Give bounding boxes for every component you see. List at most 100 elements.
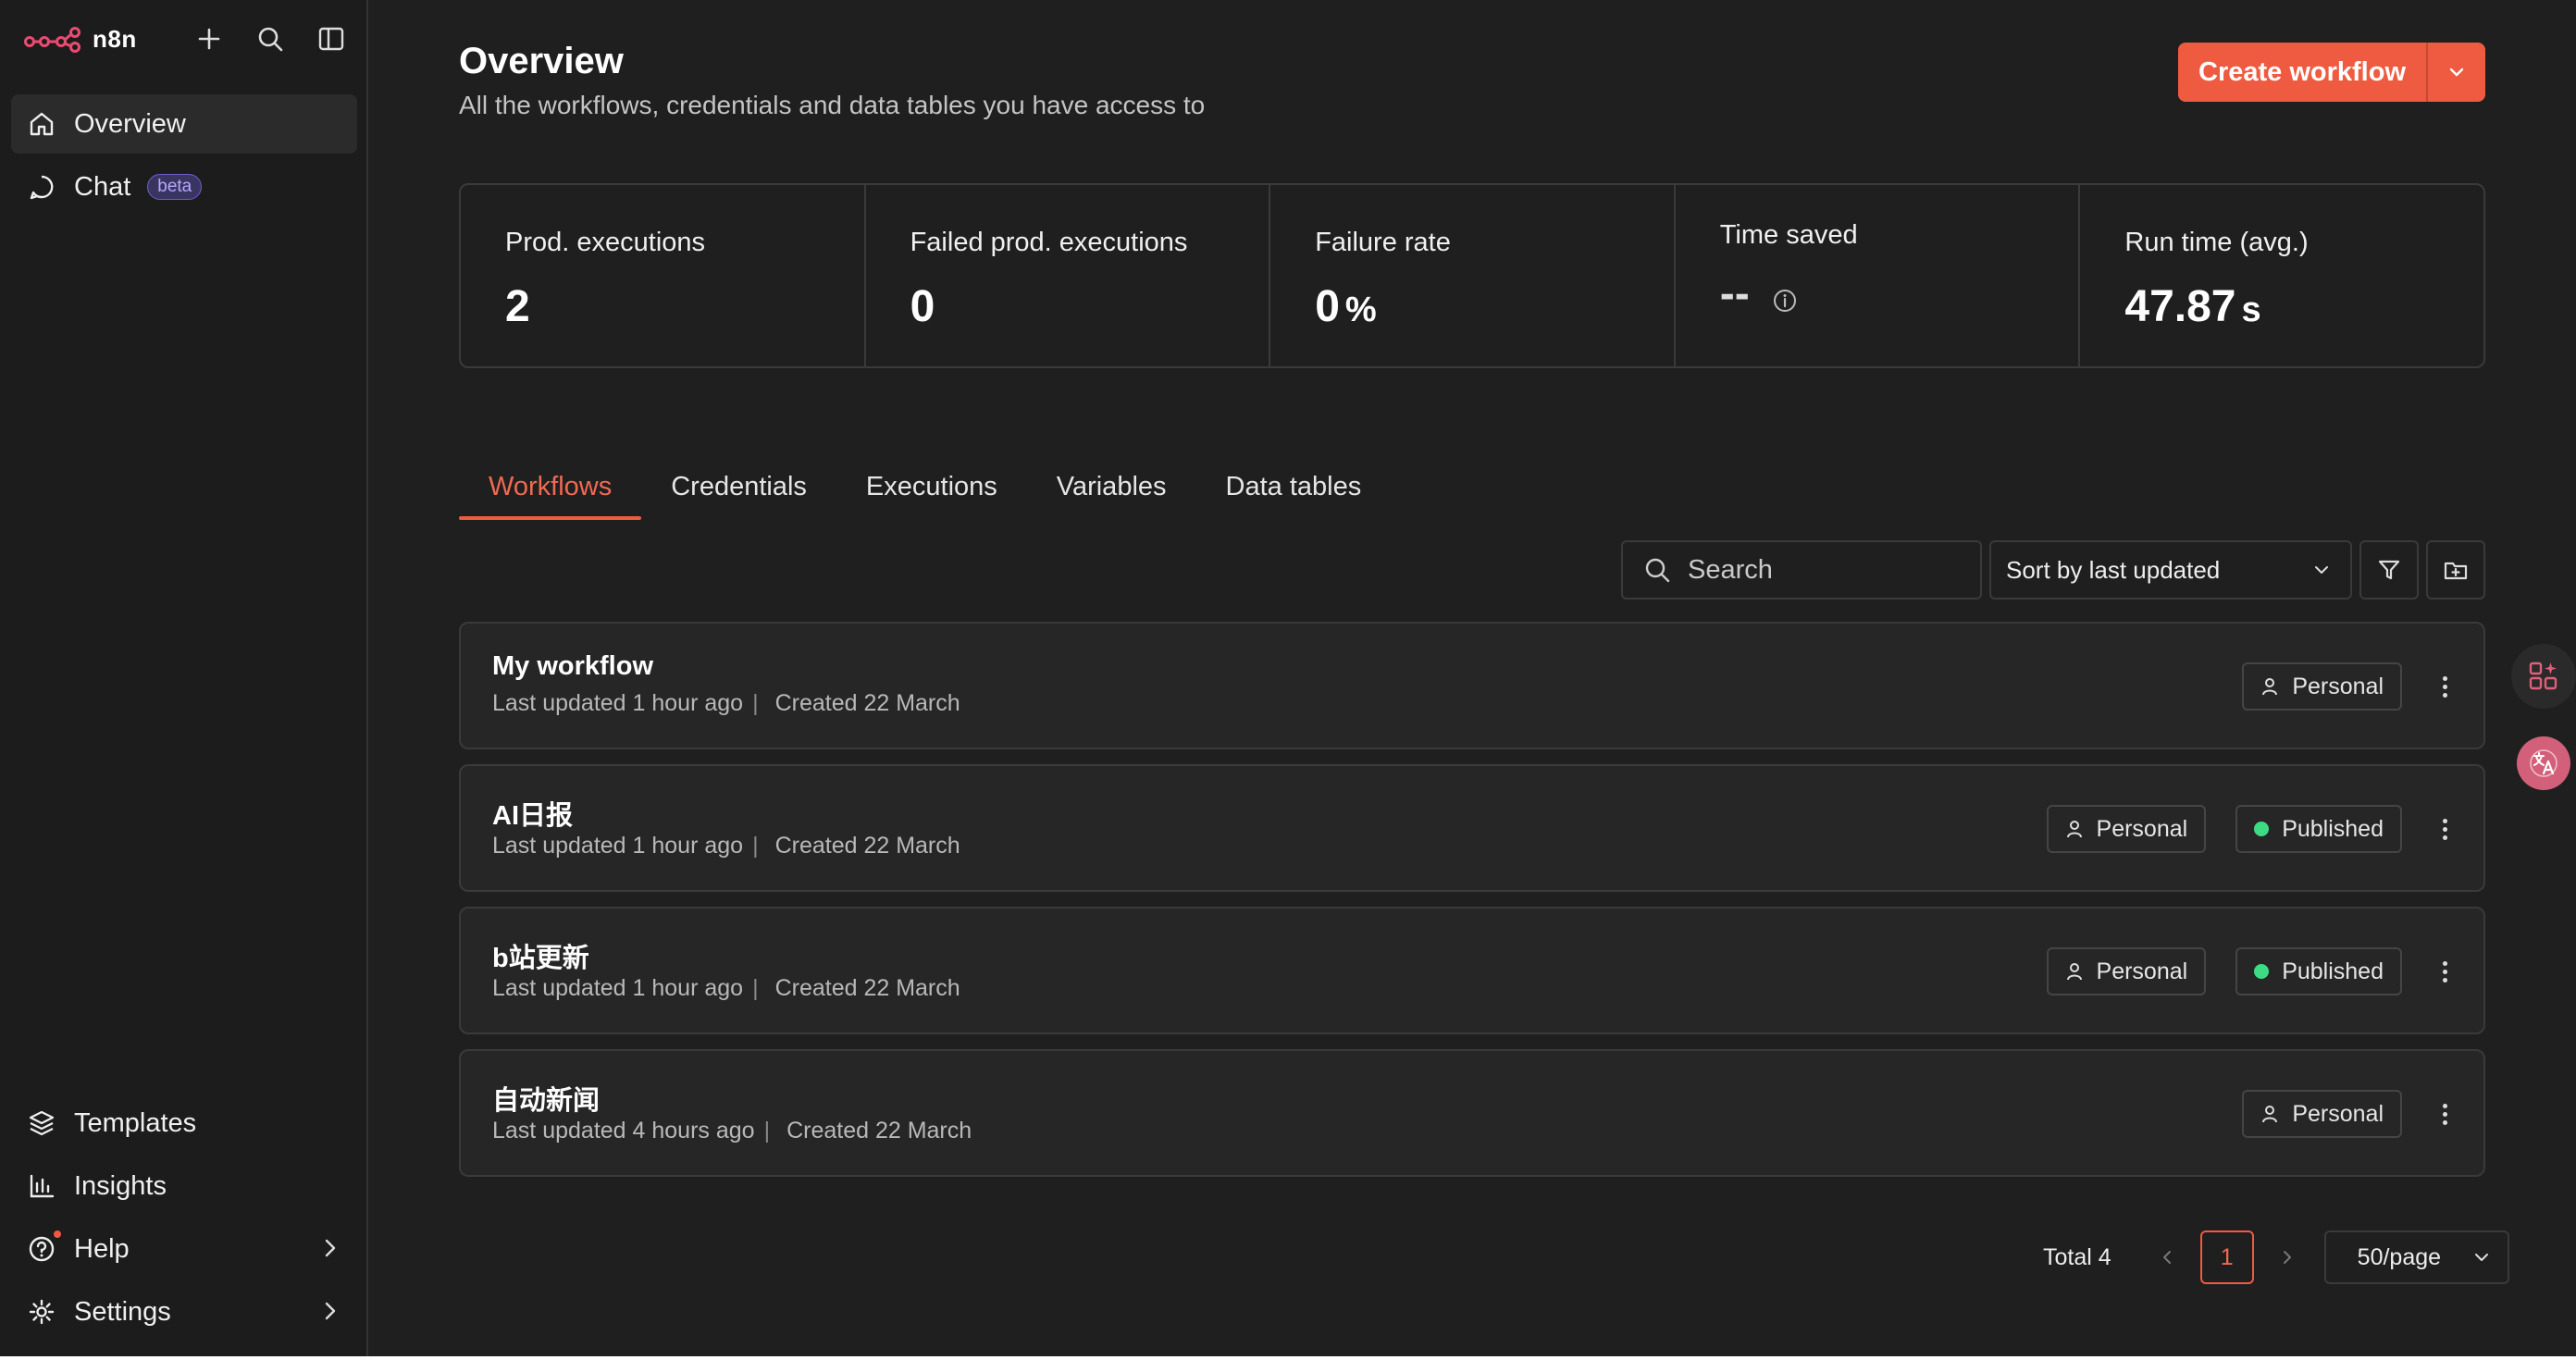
search-icon [1645, 558, 1670, 583]
add-icon[interactable] [192, 22, 226, 56]
next-page-icon[interactable] [2269, 1248, 2306, 1267]
chevron-down-icon [2449, 68, 2464, 77]
extension-apps-button[interactable] [2511, 644, 2576, 709]
search-input[interactable] [1688, 554, 1965, 586]
sidebar-item-overview[interactable]: Overview [11, 94, 357, 154]
toggle-sidebar-icon[interactable] [315, 22, 348, 56]
stat-time-saved[interactable]: Time saved -- [1676, 185, 2081, 366]
page-subtitle: All the workflows, credentials and data … [459, 91, 1206, 119]
chevron-right-icon [318, 1236, 342, 1267]
owner-badge[interactable]: Personal [2046, 947, 2207, 995]
n8n-logo-icon [24, 27, 80, 53]
app-window: n8n Overview Chat beta Templates Insight… [0, 0, 2576, 1356]
sidebar-item-chat[interactable]: Chat beta [11, 157, 357, 216]
more-options-icon[interactable] [2432, 675, 2458, 698]
stat-prod-executions[interactable]: Prod. executions 2 [461, 185, 866, 366]
stat-run-time[interactable]: Run time (avg.) 47.87 s [2080, 185, 2483, 366]
stat-failure-rate[interactable]: Failure rate 0% [1270, 185, 1676, 366]
main-content: Overview All the workflows, credentials … [368, 0, 2576, 1356]
tab-data-tables[interactable]: Data tables [1196, 463, 1392, 520]
create-options-dropdown[interactable] [2428, 62, 2485, 82]
tab-workflows[interactable]: Workflows [459, 463, 642, 520]
owner-badge[interactable]: Personal [2242, 662, 2402, 711]
workflow-actions: Personal Published [2046, 805, 2458, 853]
page-size-select[interactable]: 50/page [2323, 1230, 2509, 1284]
sidebar-item-label: Overview [74, 108, 186, 139]
workflow-updated: Last updated 4 hours ago [492, 1118, 755, 1144]
stat-failed-executions[interactable]: Failed prod. executions 0 [866, 185, 1271, 366]
tab-variables[interactable]: Variables [1027, 463, 1196, 520]
more-options-icon[interactable] [2432, 1103, 2458, 1125]
sort-select[interactable]: Sort by last updated [1989, 540, 2352, 600]
tab-credentials[interactable]: Credentials [641, 463, 836, 520]
translate-button[interactable] [2517, 736, 2570, 790]
sidebar-item-label: Settings [74, 1296, 171, 1327]
prev-page-icon[interactable] [2149, 1248, 2186, 1267]
content-tabs: Workflows Credentials Executions Variabl… [459, 463, 1391, 520]
user-icon [2262, 1106, 2278, 1123]
search-icon[interactable] [254, 22, 287, 56]
pagination: Total 4 1 50/page [2043, 1230, 2509, 1284]
stat-label: Failure rate [1315, 228, 1451, 257]
filter-icon [2378, 560, 2400, 580]
workflow-card[interactable]: AI日报 Last updated 1 hour ago | Created 22… [459, 764, 2485, 892]
brand-name: n8n [93, 24, 137, 53]
status-badge: Published [2235, 805, 2402, 853]
published-dot [2254, 964, 2270, 979]
sidebar-header: n8n [24, 20, 348, 57]
page-size-value: 50/page [2357, 1243, 2442, 1270]
tab-executions[interactable]: Executions [836, 463, 1027, 520]
stat-value: 0% [1315, 282, 1377, 331]
translate-icon [2530, 749, 2557, 777]
page-title: Overview [459, 41, 624, 81]
stat-label: Run time (avg.) [2124, 228, 2309, 257]
create-workflow-button[interactable]: Create workflow [2178, 43, 2485, 102]
sidebar-item-settings[interactable]: Settings [11, 1282, 357, 1341]
sidebar-item-insights[interactable]: Insights [11, 1156, 357, 1216]
info-icon[interactable] [1772, 288, 1798, 314]
owner-badge[interactable]: Personal [2046, 805, 2207, 853]
stat-value: 2 [505, 282, 530, 331]
create-workflow-label: Create workflow [2198, 56, 2406, 87]
stat-unit: s [2241, 291, 2261, 329]
help-icon [26, 1233, 57, 1265]
sidebar-item-templates[interactable]: Templates [11, 1094, 357, 1153]
workflow-card[interactable]: b站更新 Last updated 1 hour ago | Created 22… [459, 907, 2485, 1034]
workflow-card[interactable]: 自动新闻 Last updated 4 hours ago | Created 2… [459, 1049, 2485, 1177]
chevron-down-icon [2315, 566, 2328, 574]
stat-label: Failed prod. executions [910, 228, 1188, 257]
stat-label: Prod. executions [505, 228, 706, 257]
workflow-name[interactable]: My workflow [492, 651, 653, 682]
chat-icon [26, 171, 57, 203]
workflow-meta: Last updated 1 hour ago | Created 22 Marc… [492, 975, 960, 1001]
insights-summary: Prod. executions 2 Failed prod. executio… [459, 183, 2485, 368]
workflow-actions: Personal [2242, 1090, 2458, 1138]
search-box[interactable] [1621, 540, 1982, 600]
sidebar-actions [192, 22, 348, 56]
sidebar-item-label: Insights [74, 1170, 167, 1201]
page-number[interactable]: 1 [2199, 1230, 2254, 1284]
workflow-meta: Last updated 1 hour ago | Created 22 Marc… [492, 833, 960, 859]
sidebar: n8n Overview Chat beta Templates Insight… [0, 0, 368, 1356]
workflow-created: Created 22 March [774, 690, 960, 716]
folder-plus-icon [2444, 562, 2468, 580]
owner-badge[interactable]: Personal [2242, 1090, 2402, 1138]
sidebar-item-label: Templates [74, 1107, 197, 1138]
more-options-icon[interactable] [2432, 960, 2458, 983]
user-icon [2066, 821, 2082, 838]
more-options-icon[interactable] [2432, 818, 2458, 840]
sidebar-item-help[interactable]: Help [11, 1219, 357, 1279]
workflow-name[interactable]: AI日报 [492, 794, 573, 833]
new-folder-button[interactable] [2426, 540, 2485, 600]
insights-icon [26, 1170, 57, 1202]
filter-button[interactable] [2359, 540, 2419, 600]
stat-value: 47.87 s [2124, 282, 2261, 331]
workflow-name[interactable]: 自动新闻 [492, 1079, 600, 1118]
workflow-updated: Last updated 1 hour ago [492, 690, 744, 716]
workflow-created: Created 22 March [774, 833, 960, 859]
workflow-name[interactable]: b站更新 [492, 936, 589, 975]
n8n-logo[interactable]: n8n [24, 25, 137, 54]
workflow-created: Created 22 March [774, 975, 960, 1001]
workflow-card[interactable]: My workflow Last updated 1 hour ago | Cre… [459, 622, 2485, 749]
notification-dot [54, 1230, 61, 1238]
